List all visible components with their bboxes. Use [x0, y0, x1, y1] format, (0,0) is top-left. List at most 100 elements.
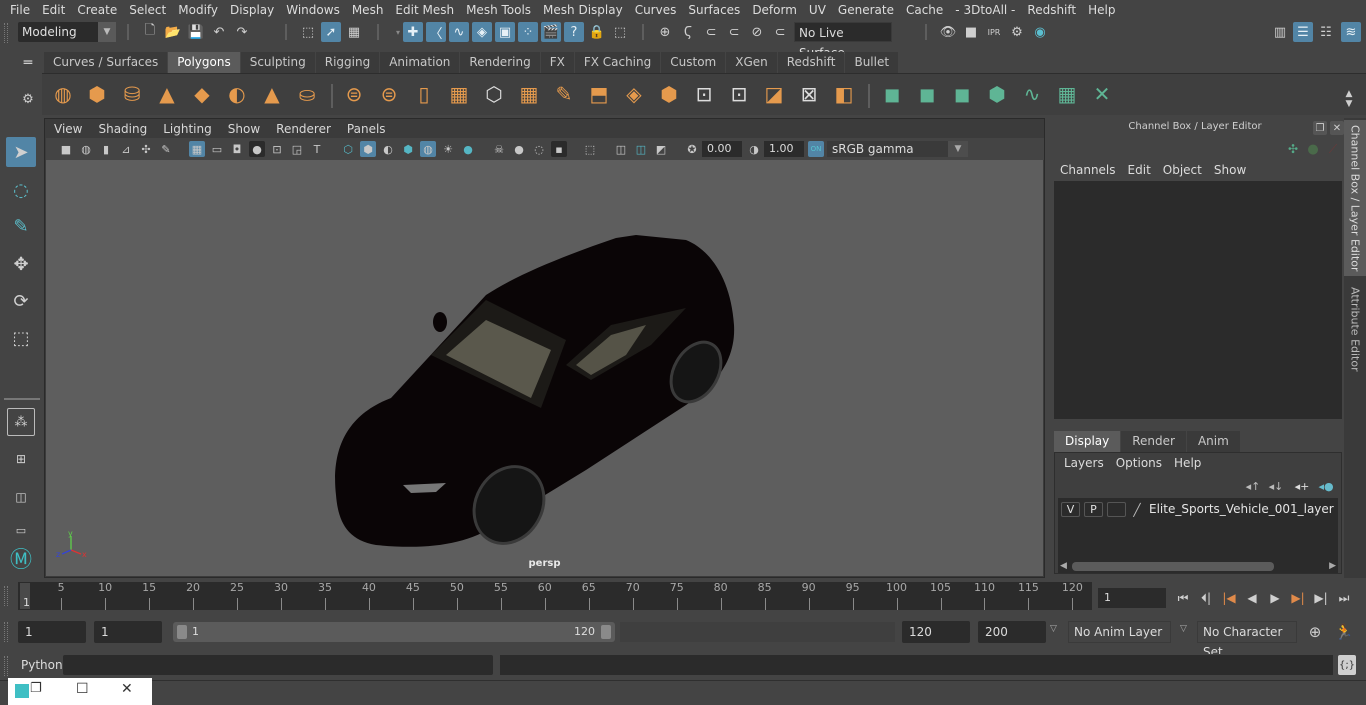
- hyper-icon[interactable]: ⟋: [1323, 139, 1343, 159]
- layer-menu-options[interactable]: Options: [1110, 454, 1168, 472]
- four-view-layout-icon[interactable]: ⊞: [6, 444, 36, 474]
- layer-name[interactable]: Elite_Sports_Vehicle_001_layer: [1149, 502, 1334, 517]
- single-view-layout-icon[interactable]: ⁂: [7, 408, 35, 436]
- new-scene-icon[interactable]: 🗋: [140, 22, 160, 42]
- menu-help[interactable]: Help: [1082, 0, 1121, 20]
- shelf-scroll-down-icon[interactable]: ▼: [1342, 98, 1356, 110]
- anti-aliasing-icon[interactable]: ◌: [531, 141, 547, 157]
- go-to-start-icon[interactable]: ⏮: [1174, 589, 1192, 607]
- shelf-tab-animation[interactable]: Animation: [380, 52, 460, 73]
- target-weld-icon[interactable]: ⊠: [796, 81, 822, 107]
- current-frame-field[interactable]: 1: [1098, 588, 1166, 608]
- render-frame-icon[interactable]: ■: [961, 22, 981, 42]
- extrude-icon[interactable]: ⬒: [586, 81, 612, 107]
- screen-space-ao-icon[interactable]: ☠: [491, 141, 507, 157]
- shelf-tab-sculpting[interactable]: Sculpting: [240, 52, 315, 73]
- new-layer-icon[interactable]: ◂+: [1292, 476, 1312, 496]
- scroll-left-icon[interactable]: ◀: [1060, 561, 1067, 571]
- menu-file[interactable]: File: [4, 0, 36, 20]
- rotate-tool-icon[interactable]: ⟳: [6, 286, 36, 316]
- open-scene-icon[interactable]: 📂: [163, 22, 183, 42]
- menu-set-dropdown[interactable]: Modeling ▼: [18, 22, 116, 42]
- shelf-tab-curves-surfaces[interactable]: Curves / Surfaces: [44, 52, 168, 73]
- character-set-dropdown[interactable]: No Character Set: [1197, 621, 1297, 659]
- unfold-uv-icon[interactable]: ∿: [1019, 81, 1045, 107]
- 2d-pan-zoom-icon[interactable]: ✣: [138, 141, 154, 157]
- safe-action-icon[interactable]: ◲: [289, 141, 305, 157]
- live-surface-field[interactable]: No Live Surface: [794, 22, 892, 60]
- auto-key-icon[interactable]: ⊕: [1305, 622, 1325, 642]
- uv-editor-icon[interactable]: ▦: [1054, 81, 1080, 107]
- layer-menu-layers[interactable]: Layers: [1058, 454, 1110, 472]
- channel-box-toggle-icon[interactable]: ≋: [1341, 22, 1361, 42]
- shelf-tab-fx[interactable]: FX: [540, 52, 574, 73]
- shelf-settings-icon[interactable]: ⚙: [18, 89, 38, 109]
- car-model[interactable]: [46, 160, 1043, 576]
- speed-icon[interactable]: ●: [1303, 139, 1323, 159]
- outliner-layout-icon[interactable]: ▭: [6, 515, 36, 545]
- bevel-icon[interactable]: ⬡: [481, 81, 507, 107]
- wireframe-on-shaded-icon[interactable]: ⬢: [400, 141, 416, 157]
- layer-tab-anim[interactable]: Anim: [1186, 431, 1240, 452]
- menu-curves[interactable]: Curves: [629, 0, 683, 20]
- lock-icon[interactable]: 🔒: [587, 22, 607, 42]
- bookmark-icon[interactable]: ▮: [98, 141, 114, 157]
- smooth-icon[interactable]: ▦: [446, 81, 472, 107]
- command-language-label[interactable]: Python: [21, 658, 63, 672]
- animation-end-field[interactable]: 200: [978, 621, 1046, 643]
- menu-cache[interactable]: Cache: [900, 0, 949, 20]
- menu-redshift[interactable]: Redshift: [1021, 0, 1082, 20]
- grid-icon[interactable]: ▦: [189, 141, 205, 157]
- camera-icon[interactable]: ■: [58, 141, 74, 157]
- film-gate-icon[interactable]: ▭: [209, 141, 225, 157]
- layer-tab-render[interactable]: Render: [1121, 431, 1186, 452]
- step-back-key-icon[interactable]: |◀: [1220, 589, 1238, 607]
- layer-tab-display[interactable]: Display: [1054, 431, 1121, 452]
- shelf-tab-custom[interactable]: Custom: [661, 52, 726, 73]
- render-view-icon[interactable]: 👁: [938, 22, 958, 42]
- attribute-editor-toggle-icon[interactable]: ☰: [1293, 22, 1313, 42]
- menu-mesh-tools[interactable]: Mesh Tools: [460, 0, 537, 20]
- menu-windows[interactable]: Windows: [280, 0, 346, 20]
- scroll-right-icon[interactable]: ▶: [1329, 561, 1336, 571]
- modeling-toolkit-icon[interactable]: ▥: [1270, 22, 1290, 42]
- gamma-field[interactable]: 1.00: [764, 141, 804, 157]
- redo-icon[interactable]: ↷: [232, 22, 252, 42]
- maximize-icon[interactable]: ☐: [76, 681, 89, 697]
- shelf-tab-xgen[interactable]: XGen: [726, 52, 777, 73]
- render-settings-icon[interactable]: ⚙: [1007, 22, 1027, 42]
- separate-icon[interactable]: ⊜: [376, 81, 402, 107]
- anim-layer-dropdown[interactable]: No Anim Layer: [1068, 621, 1171, 643]
- menu-mesh-display[interactable]: Mesh Display: [537, 0, 629, 20]
- move-layer-down-icon[interactable]: ◂↓: [1266, 476, 1286, 496]
- poly-cube-icon[interactable]: ⬢: [84, 81, 110, 107]
- shelf-tab-fx-caching[interactable]: FX Caching: [574, 52, 661, 73]
- ipr-render-icon[interactable]: IPR: [984, 22, 1004, 42]
- tool-settings-icon[interactable]: ☷: [1316, 22, 1336, 42]
- snap-surface-icon[interactable]: ⊘: [747, 22, 767, 42]
- merge-icon[interactable]: ◪: [761, 81, 787, 107]
- select-misc-icon[interactable]: ?: [564, 22, 584, 42]
- viewport-menu-shading[interactable]: Shading: [90, 120, 155, 138]
- select-tool-icon[interactable]: ➤: [6, 137, 36, 167]
- lasso-tool-icon[interactable]: ◌: [6, 175, 36, 205]
- channel-box-menu-show[interactable]: Show: [1208, 161, 1252, 179]
- viewport-menu-show[interactable]: Show: [220, 120, 268, 138]
- poly-pyramid-icon[interactable]: ▲: [259, 81, 285, 107]
- select-by-deformation-icon[interactable]: ▣: [495, 22, 515, 42]
- range-slider[interactable]: 1 120: [173, 622, 615, 642]
- safe-title-icon[interactable]: T: [309, 141, 325, 157]
- menu-surfaces[interactable]: Surfaces: [682, 0, 746, 20]
- gate-mask-icon[interactable]: ●: [249, 141, 265, 157]
- layer-color-icon[interactable]: ╱: [1129, 501, 1145, 518]
- menu-create[interactable]: Create: [71, 0, 123, 20]
- playback-end-field[interactable]: 120: [902, 621, 970, 643]
- play-forward-icon[interactable]: ▶: [1266, 589, 1284, 607]
- camera-attributes-icon[interactable]: ◍: [78, 141, 94, 157]
- menu-uv[interactable]: UV: [803, 0, 832, 20]
- channel-box-area[interactable]: [1054, 181, 1342, 419]
- edge-loop-icon[interactable]: ⊡: [691, 81, 717, 107]
- save-scene-icon[interactable]: 💾: [186, 22, 206, 42]
- smooth-shade-icon[interactable]: ⬢: [360, 141, 376, 157]
- snap-view-plane-icon[interactable]: ⊂: [724, 22, 744, 42]
